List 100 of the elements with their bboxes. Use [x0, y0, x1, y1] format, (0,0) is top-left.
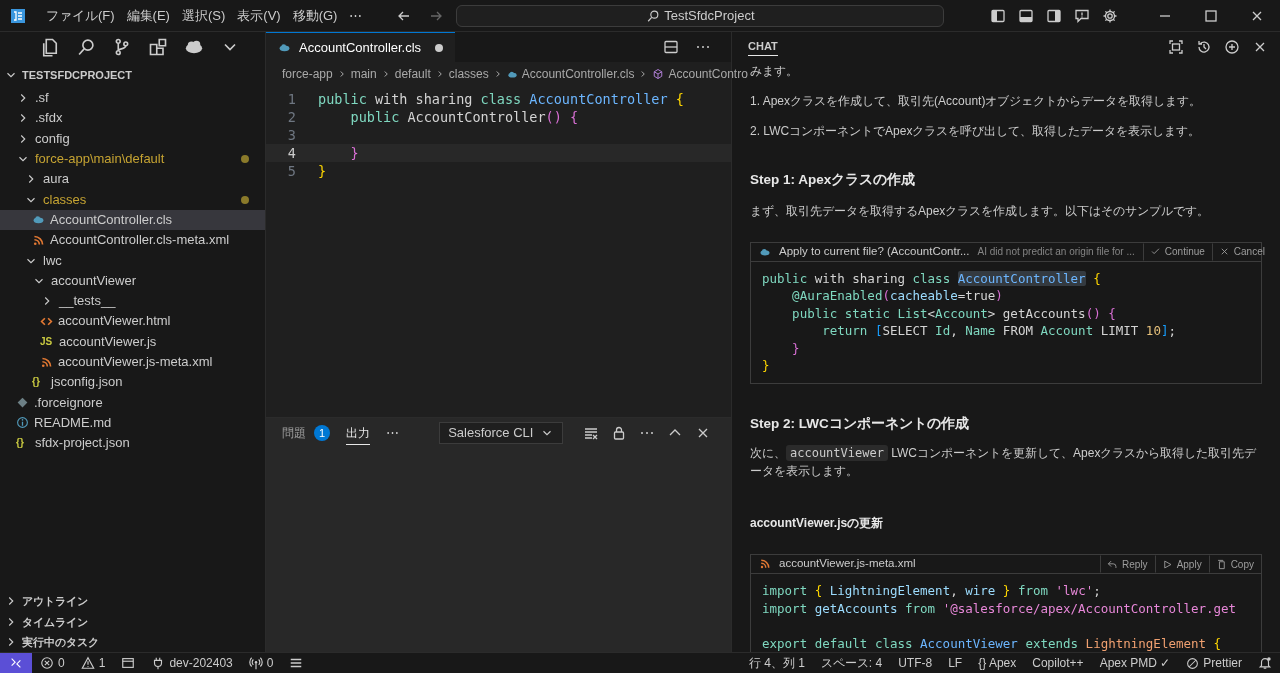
breadcrumb-item[interactable]: classes — [444, 65, 493, 83]
info-icon — [16, 416, 29, 430]
panel-tab[interactable]: 問題 1 — [282, 422, 331, 444]
status-item[interactable]: UTF-8 — [890, 654, 941, 672]
line-number: 5 — [286, 162, 297, 180]
status-item[interactable]: Prettier — [1178, 654, 1250, 672]
action-button[interactable]: Continue — [1142, 242, 1212, 261]
tree-item[interactable]: .sf — [0, 88, 265, 109]
code-line: } — [791, 339, 801, 358]
menu-item[interactable]: 編集(E) — [120, 5, 176, 26]
app-logo-icon — [10, 7, 26, 24]
search-icon — [646, 8, 661, 23]
tree-item[interactable]: .forceignore — [0, 392, 265, 413]
remote-icon[interactable] — [9, 656, 23, 670]
chat-heading: Step 1: Apexクラスの作成 — [750, 170, 917, 189]
line-number: 3 — [286, 126, 297, 144]
menu-item[interactable]: 選択(S) — [175, 5, 232, 26]
tree-item[interactable]: README.md — [0, 412, 265, 434]
file-type-icon: {} — [32, 372, 46, 393]
tree-item[interactable]: aura — [0, 169, 265, 190]
status-item[interactable]: スペース: 4 — [812, 654, 891, 672]
output-channel-dropdown[interactable]: Salesforce CLI — [439, 422, 563, 444]
editor-tab[interactable]: AccountController.cls — [266, 32, 456, 62]
explorer-title: TESTSFDCPROJECT — [22, 67, 132, 83]
code-line: public AccountController() { — [349, 108, 580, 126]
code-line: @AuraEnabled(cacheable=true) — [791, 287, 1004, 305]
panel-tab[interactable]: 出力 — [346, 421, 371, 445]
breadcrumb-item[interactable]: AccountController.cls — [502, 65, 639, 83]
chat-paragraph: まず、取引先データを取得するApexクラスを作成します。以下はそのサンプルです。 — [750, 202, 1211, 220]
chat-subheading: accountViewer.jsの更新 — [750, 515, 885, 533]
breadcrumb-item[interactable]: main — [346, 65, 381, 83]
tree-item[interactable]: config — [0, 128, 265, 149]
explorer-icon[interactable] — [40, 37, 60, 57]
reply-icon[interactable] — [1107, 558, 1119, 570]
file-type-icon: {} — [16, 433, 30, 454]
tree-item[interactable]: accountViewer — [0, 270, 265, 291]
breadcrumb-item[interactable]: default — [390, 65, 435, 83]
code-line: } — [349, 144, 360, 162]
tree-item[interactable]: accountViewer.js-meta.xml — [0, 351, 265, 373]
chat-paragraph: 1. Apexクラスを作成して、取引先(Account)オブジェクトからデータを取得します。 — [750, 92, 1203, 110]
tree-item[interactable]: .sfdx — [0, 108, 265, 129]
cloud-file-icon — [278, 41, 291, 54]
notifications-icon[interactable] — [1258, 656, 1272, 670]
tree-item[interactable]: classes — [0, 189, 265, 210]
status-item[interactable]: LF — [940, 654, 971, 672]
line-number: 2 — [286, 108, 297, 126]
menu-item[interactable]: ファイル(F) — [40, 5, 121, 26]
status-item[interactable]: Copilot++ — [1024, 654, 1092, 672]
maximize-icon[interactable] — [1203, 7, 1219, 24]
action-button[interactable]: Apply — [1154, 555, 1209, 574]
status-item[interactable]: 0 — [32, 654, 73, 672]
section-header[interactable]: アウトライン — [0, 591, 265, 612]
status-item[interactable]: 行 4、列 1 — [740, 654, 813, 672]
tree-item[interactable]: JS accountViewer.js — [0, 331, 265, 352]
chat-heading: Step 2: LWCコンポーネントの作成 — [750, 414, 970, 433]
more-button[interactable]: ⋯ — [386, 423, 400, 443]
tree-item[interactable]: force-app\main\default — [0, 148, 265, 170]
menu-item[interactable]: ⋯ — [343, 5, 369, 26]
file-name: accountViewer.js-meta.xml — [751, 555, 1101, 573]
action-button[interactable]: Copy — [1208, 555, 1261, 574]
action-button[interactable]: Reply — [1100, 555, 1155, 574]
tree-item[interactable]: __tests__ — [0, 290, 265, 312]
menu-item[interactable]: 表示(V) — [231, 5, 287, 26]
code-line: public static List<Account> getAccounts() { — [791, 304, 1117, 323]
search-field[interactable]: TestSfdcProject — [456, 4, 945, 27]
rss-file-icon — [32, 233, 45, 247]
tree-item[interactable]: AccountController.cls-meta.xml — [0, 230, 265, 251]
action-button[interactable]: Cancel — [1211, 242, 1272, 261]
tree-item[interactable]: accountViewer.html — [0, 311, 265, 332]
tree-item[interactable]: {} jsconfig.json — [0, 372, 265, 393]
status-item[interactable]: 1 — [72, 654, 114, 672]
error-icon — [40, 656, 54, 670]
warning-icon — [80, 656, 95, 670]
status-item[interactable]: dev-202403 — [143, 654, 241, 672]
tree-item[interactable]: AccountController.cls — [0, 209, 265, 231]
code-line: export default class AccountViewer extends LightningElement { — [762, 634, 1223, 652]
status-item[interactable]: Apex PMD ✓ — [1091, 654, 1179, 672]
section-header[interactable]: 実行中のタスク — [0, 631, 265, 652]
section-header[interactable]: タイムライン — [0, 611, 265, 632]
code-line: import { LightningElement, wire } from 'lwc'; — [762, 582, 1102, 600]
copy-icon[interactable] — [1215, 558, 1227, 570]
tree-item[interactable]: {} sfdx-project.json — [0, 433, 265, 454]
code-line: } — [317, 162, 328, 180]
extensions-icon[interactable] — [148, 37, 168, 57]
rss-file-icon — [40, 355, 53, 369]
chat-paragraph: 次に、 accountViewer LWCコンポーネントを更新して、Apexクラスから取得した取引先データを表示します。 — [750, 444, 1258, 481]
search-icon[interactable] — [76, 37, 96, 57]
antenna-icon — [248, 656, 263, 670]
prohibited-icon — [1186, 656, 1200, 670]
breadcrumb-item[interactable]: force-app — [278, 65, 337, 83]
code-line: import getAccounts from '@salesforce/apex/AccountController.get — [762, 599, 1238, 618]
remote-button[interactable] — [0, 653, 32, 673]
modified-dot — [241, 155, 249, 164]
code-line: return [SELECT Id, Name FROM Account LIMIT 10]; — [821, 322, 1177, 340]
tree-item[interactable]: lwc — [0, 250, 265, 271]
menu-item[interactable]: 移動(G) — [286, 5, 344, 26]
count-badge: 1 — [314, 424, 331, 442]
status-item[interactable]: {} Apex — [970, 654, 1025, 672]
play-icon[interactable] — [1161, 558, 1173, 570]
status-item[interactable]: 0 — [240, 654, 282, 672]
